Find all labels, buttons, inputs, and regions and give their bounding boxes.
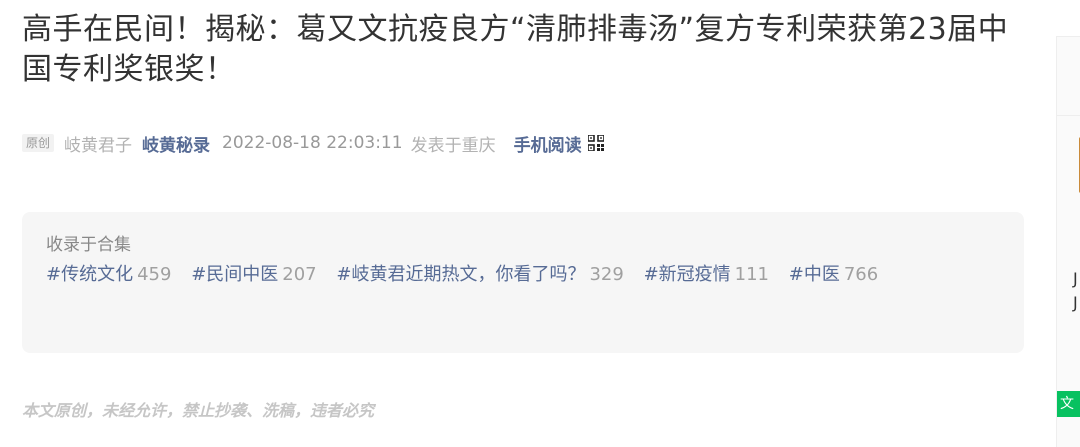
collection-label: 收录于合集 — [46, 235, 131, 255]
qr-code-icon[interactable] — [587, 135, 604, 151]
article-header: 高手在民间！揭秘：葛又文抗疫良方“清肺排毒汤”复方专利荣获第23届中国专利奖银奖… — [22, 0, 1024, 420]
copyright-notice: 本文原创，未经允许，禁止抄袭、洗稿，违者必究 — [22, 401, 375, 420]
sidebar-divider — [1057, 115, 1080, 116]
sidebar-text-fragment: J — [1073, 269, 1078, 288]
mobile-read-link[interactable]: 手机阅读 — [514, 131, 604, 156]
tag-covid[interactable]: #新冠疫情 111 — [644, 258, 769, 292]
right-sidebar-edge: J J 文 — [1056, 36, 1080, 447]
tag-count: 329 — [589, 264, 624, 285]
original-badge: 原创 — [22, 134, 55, 152]
article-meta: 原创 岐黄君子 岐黄秘录 2022-08-18 22:03:11 发表于重庆 手… — [22, 130, 604, 156]
tag-count: 766 — [843, 264, 879, 285]
collection-box: 收录于合集 #传统文化 459 #民间中医 207 #岐黄君近期热文，你看了吗？ 32… — [22, 212, 1024, 353]
tag-name: #传统文化 — [46, 264, 134, 285]
mobile-read-label: 手机阅读 — [513, 135, 582, 156]
tag-name: #新冠疫情 — [643, 264, 731, 285]
tag-count: 207 — [282, 264, 317, 285]
tag-name: #中医 — [788, 264, 840, 285]
tag-recent-hot[interactable]: #岐黄君近期热文，你看了吗？ 329 — [336, 258, 623, 292]
tag-folk-tcm[interactable]: #民间中医 207 — [191, 258, 316, 292]
tag-count: 459 — [137, 264, 172, 285]
sidebar-green-tag[interactable]: 文 — [1057, 391, 1080, 417]
publish-location: 发表于重庆 — [410, 135, 496, 156]
article-title: 高手在民间！揭秘：葛又文抗疫良方“清肺排毒汤”复方专利荣获第23届中国专利奖银奖… — [22, 12, 1009, 87]
publish-time: 2022-08-18 22:03:11 — [222, 133, 403, 153]
tag-traditional-culture[interactable]: #传统文化 459 — [46, 258, 171, 292]
sidebar-text-fragment: J — [1073, 293, 1078, 312]
tag-tcm[interactable]: #中医 766 — [789, 258, 878, 292]
tag-name: #民间中医 — [191, 264, 279, 285]
author-name: 岐黄君子 — [64, 135, 133, 156]
collection-tags: #传统文化 459 #民间中医 207 #岐黄君近期热文，你看了吗？ 329 #新冠疫… — [46, 258, 946, 292]
tag-count: 111 — [734, 264, 770, 285]
account-link[interactable]: 岐黄秘录 — [142, 131, 210, 156]
tag-name: #岐黄君近期热文，你看了吗？ — [336, 264, 586, 285]
